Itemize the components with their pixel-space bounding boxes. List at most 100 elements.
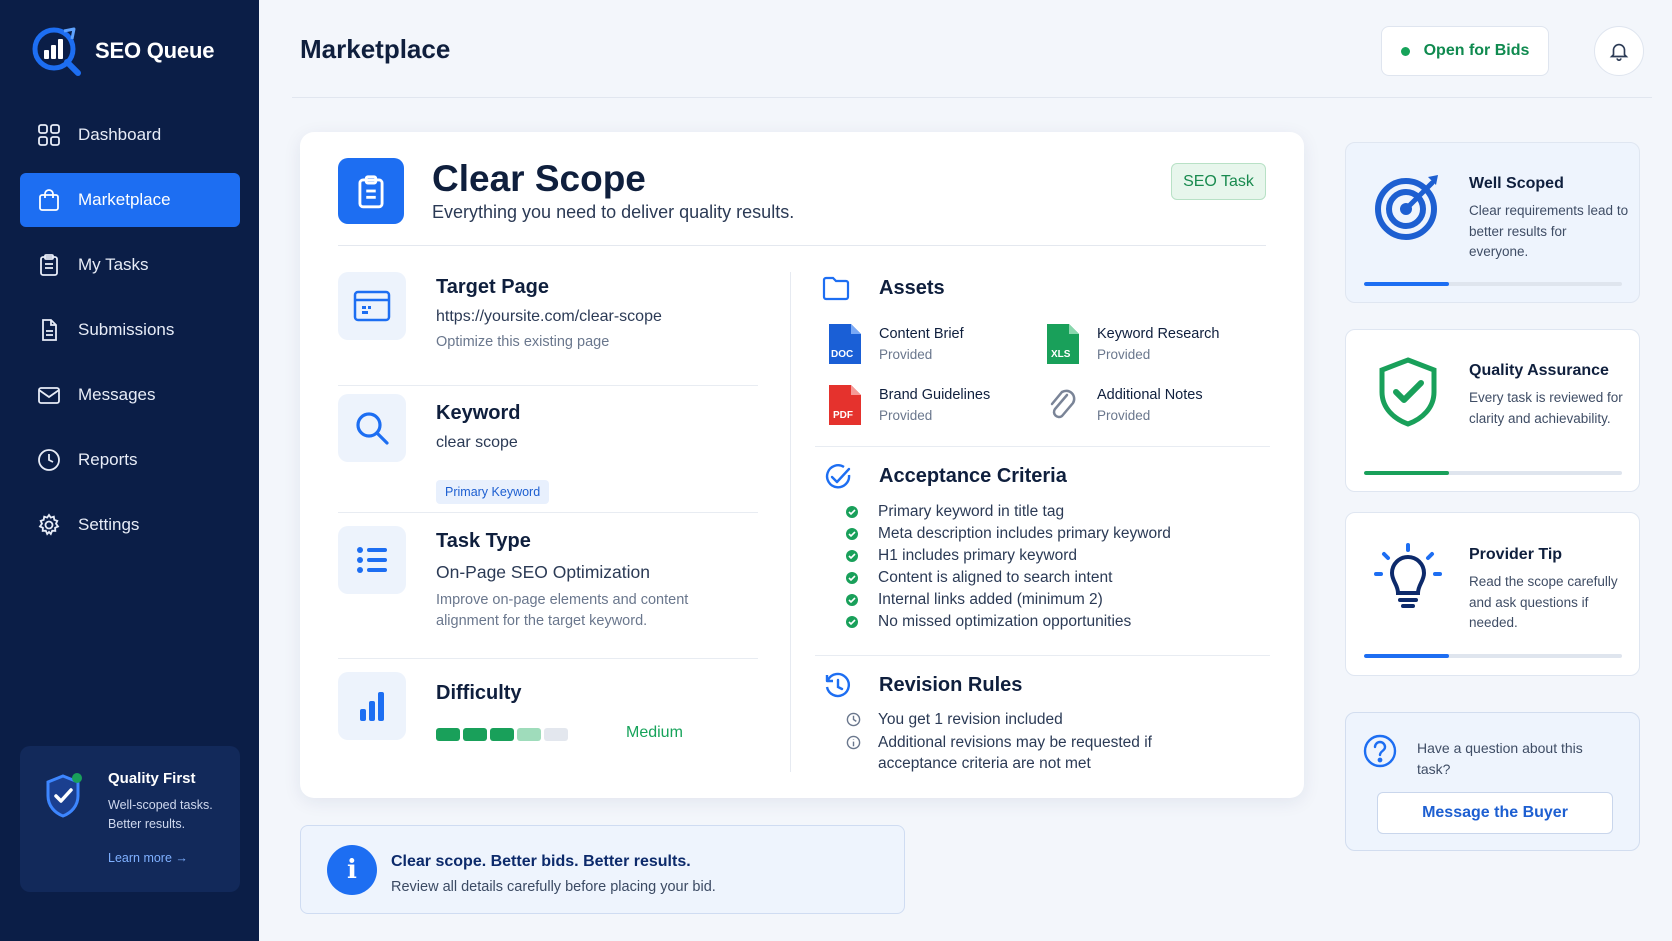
task-type-section: Task Type On-Page SEO Optimization Impro…: [338, 526, 758, 646]
target-page-section: Target Page https://yoursite.com/clear-s…: [338, 272, 758, 372]
sidebar-item-reports[interactable]: Reports: [20, 433, 240, 487]
shield-check-icon: [1379, 357, 1437, 427]
sidebar-item-label: Reports: [78, 450, 138, 469]
sidebar-item-label: Submissions: [78, 320, 175, 339]
notifications-button[interactable]: [1594, 26, 1644, 76]
sidebar-item-label: Messages: [78, 385, 156, 404]
info-icon: [846, 735, 861, 750]
asset-status: Provided: [1097, 408, 1151, 423]
keyword-section: Keyword clear scope Primary Keyword: [338, 394, 758, 504]
sidebar-item-label: My Tasks: [78, 255, 149, 274]
check-icon: [846, 572, 858, 584]
info-icon: i: [327, 845, 377, 895]
primary-keyword-badge: Primary Keyword: [436, 480, 550, 504]
difficulty-label: Difficulty: [436, 682, 522, 704]
difficulty-segment: [490, 728, 514, 741]
xls-file-icon: XLS: [1047, 324, 1079, 364]
lightbulb-icon: [1374, 543, 1442, 608]
criterion-text: No missed optimization opportunities: [878, 613, 1132, 630]
list-item: Meta description includes primary keywor…: [846, 523, 1171, 545]
card-text: Read the scope carefully and ask questio…: [1469, 574, 1618, 630]
difficulty-segment: [463, 728, 487, 741]
page-title: Marketplace: [300, 34, 451, 64]
criterion-text: Content is aligned to search intent: [878, 569, 1113, 586]
difficulty-section: Difficulty Medium: [338, 672, 758, 752]
task-type-badge: SEO Task: [1171, 163, 1266, 200]
bar-chart-icon: [338, 672, 406, 740]
check-icon: [846, 506, 858, 518]
clipboard-icon: [36, 252, 62, 278]
pdf-file-icon: PDF: [829, 385, 861, 425]
learn-more-link[interactable]: Learn more →: [108, 851, 188, 865]
task-type-label: Task Type: [436, 530, 531, 552]
criterion-text: Meta description includes primary keywor…: [878, 525, 1171, 542]
section-divider: [815, 655, 1270, 656]
asset-status: Provided: [879, 408, 933, 423]
check-icon: [846, 594, 858, 606]
task-type-value: On-Page SEO Optimization: [436, 562, 650, 582]
target-page-url[interactable]: https://yoursite.com/clear-scope: [436, 308, 662, 326]
difficulty-level: Medium: [626, 724, 683, 741]
progress-track: [1364, 282, 1622, 286]
sidebar-item-my-tasks[interactable]: My Tasks: [20, 238, 240, 292]
sidebar-item-dashboard[interactable]: Dashboard: [20, 108, 240, 162]
well-scoped-card: Well Scoped Clear requirements lead to b…: [1345, 142, 1640, 303]
sidebar-item-settings[interactable]: Settings: [20, 498, 240, 552]
target-page-note: Optimize this existing page: [436, 334, 610, 350]
sidebar-nav: Dashboard Marketplace My Tasks Submissio…: [20, 108, 240, 563]
history-icon: [825, 672, 851, 698]
task-type-description: Improve on-page elements and content ali…: [436, 592, 689, 629]
keyword-value: clear scope: [436, 434, 518, 451]
message-buyer-button[interactable]: Message the Buyer: [1377, 792, 1613, 834]
card-title: Quality Assurance: [1469, 362, 1609, 379]
status-label: Open for Bids: [1423, 42, 1530, 59]
paperclip-icon: [1050, 389, 1076, 419]
card-text: Every task is reviewed for clarity and a…: [1469, 390, 1623, 426]
folder-icon: [822, 276, 850, 301]
asset-additional-notes[interactable]: Additional Notes Provided: [1045, 385, 1245, 429]
list-item: Primary keyword in title tag: [846, 501, 1171, 523]
app-logo[interactable]: SEO Queue: [30, 25, 214, 77]
asset-name: Additional Notes: [1097, 387, 1203, 403]
revision-title: Revision Rules: [879, 674, 1023, 696]
check-circle-icon: [825, 464, 851, 489]
card-title: Provider Tip: [1469, 546, 1563, 563]
asset-status: Provided: [879, 347, 933, 362]
doc-file-icon: DOC: [829, 324, 861, 364]
sidebar-item-messages[interactable]: Messages: [20, 368, 240, 422]
app-name: SEO Queue: [95, 38, 215, 63]
document-icon: [36, 317, 62, 343]
asset-status: Provided: [1097, 347, 1151, 362]
promo-text: Well-scoped tasks. Better results.: [108, 798, 213, 831]
asset-brand-guidelines[interactable]: PDF Brand Guidelines Provided: [827, 385, 1027, 429]
gear-icon: [36, 512, 62, 538]
asset-content-brief[interactable]: DOC Content Brief Provided: [827, 324, 1027, 368]
check-icon: [846, 616, 858, 628]
section-divider: [338, 512, 758, 513]
provider-tip-card: Provider Tip Read the scope carefully an…: [1345, 512, 1640, 676]
asset-name: Brand Guidelines: [879, 387, 991, 403]
status-badge[interactable]: Open for Bids: [1381, 26, 1549, 76]
sidebar-item-submissions[interactable]: Submissions: [20, 303, 240, 357]
acceptance-title: Acceptance Criteria: [879, 465, 1067, 487]
asset-keyword-research[interactable]: XLS Keyword Research Provided: [1045, 324, 1245, 368]
difficulty-segment: [517, 728, 541, 741]
check-icon: [846, 550, 858, 562]
status-dot: [1400, 46, 1410, 56]
sidebar-item-marketplace[interactable]: Marketplace: [20, 173, 240, 227]
search-icon: [338, 394, 406, 462]
card-title: Well Scoped: [1469, 175, 1564, 192]
revision-text: You get 1 revision included: [878, 711, 1063, 728]
criterion-text: Internal links added (minimum 2): [878, 591, 1103, 608]
learn-more-label: Learn more: [108, 851, 172, 865]
info-banner: i Clear scope. Better bids. Better resul…: [300, 825, 905, 914]
criterion-text: H1 includes primary keyword: [878, 547, 1077, 564]
info-text: Review all details carefully before plac…: [391, 879, 716, 895]
column-divider: [790, 272, 791, 772]
section-divider: [815, 446, 1270, 447]
criterion-text: Primary keyword in title tag: [878, 503, 1065, 520]
progress-fill: [1364, 654, 1450, 658]
acceptance-list: Primary keyword in title tag Meta descri…: [846, 501, 1171, 633]
quality-first-card: Quality First Well-scoped tasks. Better …: [20, 746, 240, 892]
target-page-label: Target Page: [436, 276, 549, 298]
